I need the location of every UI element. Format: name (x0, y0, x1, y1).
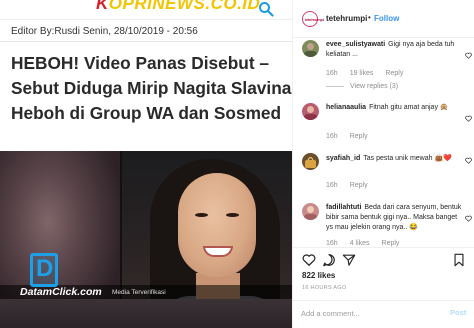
avatar-photo-icon (304, 106, 317, 120)
comment-age: 16h (326, 70, 338, 77)
post-header: tetehrumpi tetehrumpi • Follow (293, 0, 474, 38)
search-icon (259, 2, 274, 17)
comment-username[interactable]: syafiah_id (326, 155, 360, 162)
heart-icon[interactable] (302, 253, 316, 267)
watermark-logo-letter: D (36, 255, 54, 282)
reply-button[interactable]: Reply (382, 240, 400, 247)
owner-avatar[interactable]: tetehrumpi (302, 11, 324, 27)
owner-avatar-text: tetehrumpi (305, 17, 324, 22)
article-byline: Editor By:Rusdi Senin, 28/10/2019 - 20:5… (11, 26, 198, 37)
comment-bubble-icon[interactable] (322, 253, 336, 267)
small-heart-icon[interactable] (465, 215, 472, 222)
comment-item: helianaaulia Fitnah gitu amat anjay 🙊 16h… (293, 103, 474, 143)
comment-body: Tas pesta unik mewah 👜❤️ (363, 155, 452, 162)
comment-meta: 16h 19 likes Reply (326, 70, 415, 77)
divider (0, 41, 292, 42)
divider (293, 300, 474, 301)
comment-username[interactable]: fadillahtuti (326, 204, 361, 211)
watermark-tagline: Media Terverifikasi (112, 289, 166, 296)
reply-button[interactable]: Reply (385, 70, 403, 77)
comment-item: syafiah_id Tas pesta unik mewah 👜❤️ 16h Re… (293, 153, 474, 193)
small-heart-icon[interactable] (465, 157, 472, 164)
comment-item: evee_sulistyawati Gigi nya aja beda tuh k… (293, 40, 474, 96)
comment-username[interactable]: evee_sulistyawati (326, 41, 385, 48)
comment-meta: 16h Reply (326, 133, 380, 140)
post-timestamp: 16 HOURS AGO (302, 285, 347, 291)
comment-meta: 16h Reply (326, 182, 380, 189)
add-comment-input[interactable] (301, 306, 441, 320)
avatar[interactable] (302, 153, 319, 170)
divider (293, 247, 474, 248)
watermark-brand: DatamClick.com (20, 286, 102, 298)
avatar[interactable] (302, 40, 319, 57)
follow-button[interactable]: Follow (374, 14, 399, 23)
article-headline: HEBOH! Video Panas Disebut – Sebut Didug… (11, 53, 292, 123)
site-logo: KOPRINEWS.CO.ID (96, 0, 261, 13)
small-heart-icon[interactable] (465, 115, 472, 122)
small-heart-icon[interactable] (465, 52, 472, 59)
likes-count[interactable]: 822 likes (302, 271, 335, 280)
comment-meta: 16h 4 likes Reply (326, 240, 411, 247)
comment-text: evee_sulistyawati Gigi nya aja beda tuh k… (326, 40, 466, 60)
comment-item: fadillahtuti Beda dari cara senyum, bentu… (293, 203, 474, 247)
reply-button[interactable]: Reply (350, 133, 368, 140)
article-header: KOPRINEWS.CO.ID (0, 0, 292, 20)
owner-username[interactable]: tetehrumpi (326, 14, 367, 23)
photo-eye (226, 213, 239, 217)
photo-bottom (0, 299, 292, 328)
comment-age: 16h (326, 133, 338, 140)
article-screenshot: KOPRINEWS.CO.ID Editor By:Rusdi Senin, 2… (0, 0, 292, 328)
view-replies-button[interactable]: View replies (3) (326, 83, 398, 90)
comment-username[interactable]: helianaaulia (326, 104, 366, 111)
avatar-photo-icon (304, 206, 317, 220)
photo-face (178, 173, 256, 277)
comment-likes[interactable]: 4 likes (350, 240, 370, 247)
photo-eye (195, 213, 208, 217)
paper-plane-icon[interactable] (342, 253, 356, 267)
comment-text: fadillahtuti Beda dari cara senyum, bentu… (326, 203, 466, 233)
reply-button[interactable]: Reply (350, 182, 368, 189)
avatar[interactable] (302, 103, 319, 120)
post-button[interactable]: Post (450, 308, 466, 317)
separator-dot: • (368, 13, 371, 22)
avatar-photo-icon (304, 43, 317, 57)
bookmark-icon[interactable] (453, 253, 465, 267)
handbag-avatar-icon (305, 156, 316, 168)
comment-age: 16h (326, 182, 338, 189)
instagram-post-panel: tetehrumpi tetehrumpi • Follow evee_suli… (292, 0, 474, 328)
comment-text: syafiah_id Tas pesta unik mewah 👜❤️ (326, 154, 466, 164)
comment-likes[interactable]: 19 likes (350, 70, 374, 77)
comment-body: Fitnah gitu amat anjay 🙊 (369, 104, 449, 111)
comment-text: helianaaulia Fitnah gitu amat anjay 🙊 (326, 103, 466, 113)
comment-age: 16h (326, 240, 338, 247)
avatar[interactable] (302, 203, 319, 220)
